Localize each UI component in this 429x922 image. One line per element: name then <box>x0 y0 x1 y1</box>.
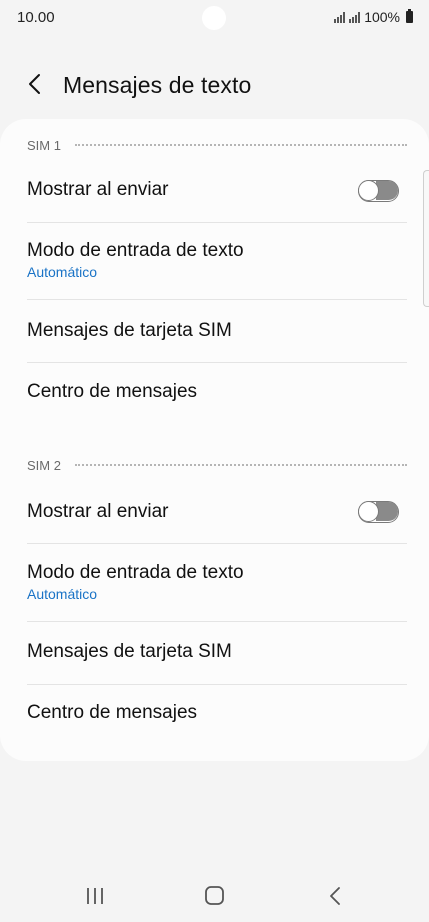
divider <box>27 362 407 363</box>
row-title: Mensajes de tarjeta SIM <box>27 641 232 662</box>
row-title: Centro de mensajes <box>27 702 198 723</box>
divider <box>27 684 407 685</box>
section-label: SIM 2 <box>27 457 61 473</box>
row-title: Centro de mensajes <box>27 381 198 402</box>
toggle-track <box>376 181 398 200</box>
divider <box>27 543 407 544</box>
status-time: 10.00 <box>17 9 55 26</box>
row-sim-messages-sim1[interactable]: Mensajes de tarjeta SIM <box>27 320 407 346</box>
row-message-center-sim2[interactable]: Centro de mensajes <box>27 702 407 728</box>
status-bar: 10.00 100% <box>0 0 429 36</box>
section-header-sim1: SIM 1 <box>27 135 407 155</box>
row-input-mode-sim2[interactable]: Modo de entrada de texto Automático <box>27 562 407 606</box>
chevron-left-icon <box>29 74 40 94</box>
toggle-show-on-send-sim1[interactable] <box>358 180 399 202</box>
divider <box>27 299 407 300</box>
row-title: Modo de entrada de texto <box>27 562 244 583</box>
scrollbar[interactable] <box>423 170 429 307</box>
toggle-track <box>376 502 398 521</box>
signal-sim1-icon <box>334 11 346 23</box>
home-icon <box>205 886 224 905</box>
recent-apps-button[interactable] <box>80 884 110 908</box>
settings-card: SIM 1 Mostrar al enviar Modo de entrada … <box>0 119 429 761</box>
section-divider <box>74 464 407 466</box>
back-button[interactable] <box>22 70 50 98</box>
home-button[interactable] <box>199 884 229 908</box>
section-divider <box>74 144 407 146</box>
toggle-show-on-send-sim2[interactable] <box>358 501 399 523</box>
row-value: Automático <box>27 264 98 280</box>
divider <box>27 222 407 223</box>
page-title: Mensajes de texto <box>63 72 252 98</box>
row-show-on-send-sim2[interactable]: Mostrar al enviar <box>27 501 407 527</box>
row-title: Mostrar al enviar <box>27 501 169 522</box>
battery-percent: 100% <box>364 9 400 25</box>
row-message-center-sim1[interactable]: Centro de mensajes <box>27 381 407 407</box>
app-header: Mensajes de texto <box>0 62 429 108</box>
back-icon <box>330 887 340 905</box>
divider <box>27 621 407 622</box>
recent-apps-icon <box>87 888 103 904</box>
status-indicators: 100% <box>334 9 413 25</box>
camera-cutout <box>202 6 226 30</box>
row-title: Modo de entrada de texto <box>27 240 244 261</box>
toggle-knob <box>358 501 379 522</box>
toggle-knob <box>358 180 379 201</box>
battery-icon <box>406 9 413 23</box>
signal-sim2-icon <box>349 11 361 23</box>
section-header-sim2: SIM 2 <box>27 455 407 475</box>
row-sim-messages-sim2[interactable]: Mensajes de tarjeta SIM <box>27 641 407 667</box>
row-title: Mensajes de tarjeta SIM <box>27 320 232 341</box>
section-label: SIM 1 <box>27 137 61 153</box>
nav-back-button[interactable] <box>320 884 350 908</box>
row-input-mode-sim1[interactable]: Modo de entrada de texto Automático <box>27 240 407 284</box>
row-value: Automático <box>27 586 98 602</box>
navigation-bar <box>0 872 429 920</box>
row-show-on-send-sim1[interactable]: Mostrar al enviar <box>27 179 407 205</box>
row-title: Mostrar al enviar <box>27 179 169 200</box>
